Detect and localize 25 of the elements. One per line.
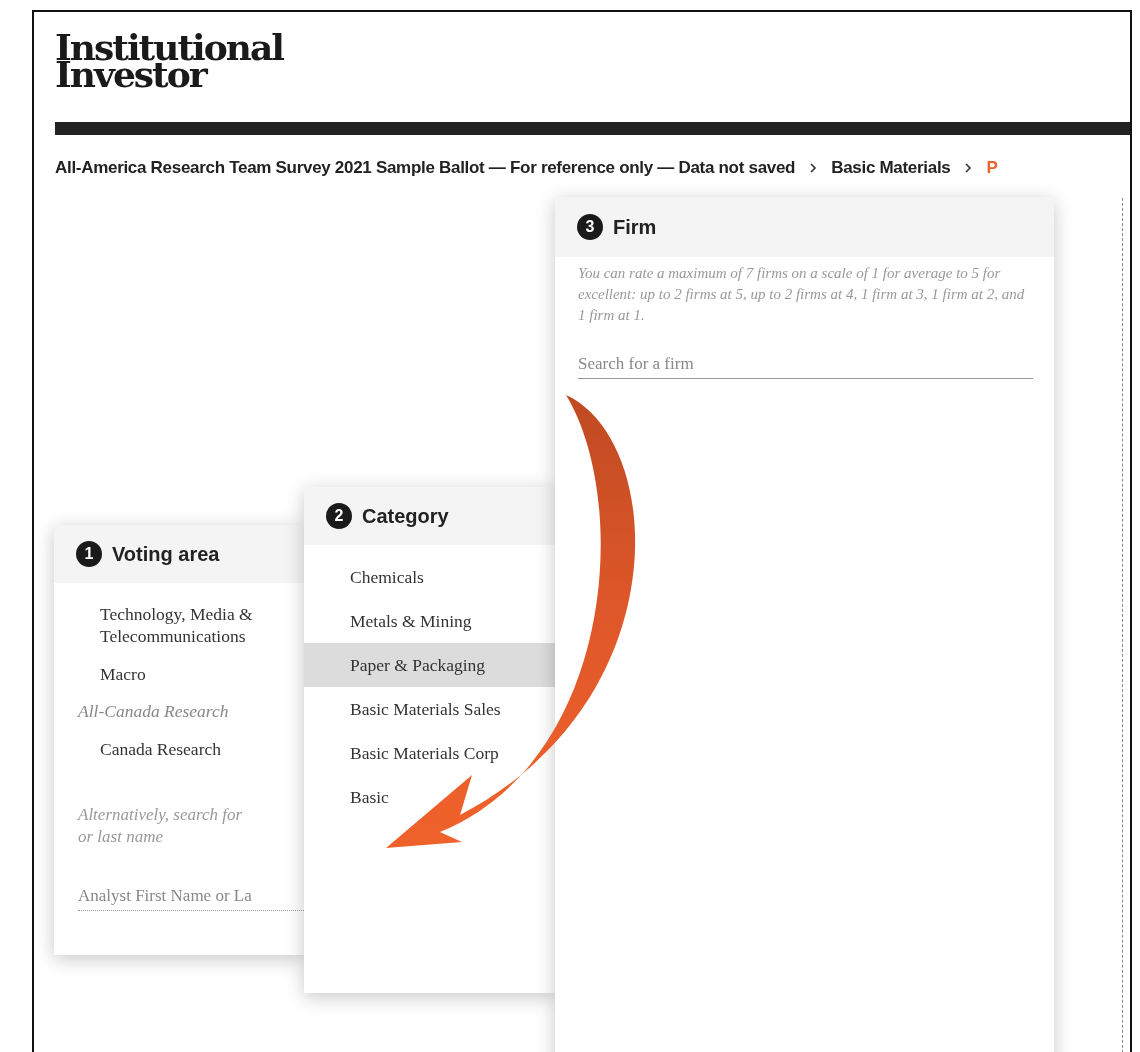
card-title: Category [362,504,449,528]
list-item[interactable]: Paper & Packaging [304,643,555,687]
list-item[interactable]: Basic [304,775,555,819]
list-item[interactable]: Basic Materials Corp [304,731,555,775]
firm-search-field[interactable]: Search for a firm [578,354,1033,379]
card-title: Firm [613,215,657,239]
hint-text: You can rate a maximum of 7 firms on a scale of 1 for average to 5 for excellent: up to 2 firms at 5, up to 2 firms at 4, 1 firm at 3, 1 firm at 2, and 1 firm at 1. [578,264,1026,325]
list-item[interactable]: Chemicals [304,555,555,599]
card-title: Voting area [112,542,220,566]
logo[interactable]: Institutional Investor [55,34,283,88]
analyst-search-field[interactable]: Analyst First Name or La [78,886,304,911]
group-heading: All-Canada Research [78,701,230,722]
step-number: 2 [326,503,352,529]
step-number: 3 [577,214,603,240]
list-item[interactable]: Basic Materials Sales [304,687,555,731]
list-item[interactable]: Macro [78,663,300,685]
list-item[interactable]: Canada Research [78,738,300,760]
hint-text: Alternatively, search for or last name [78,804,244,848]
chevron-icon [964,163,973,173]
breadcrumb-link[interactable]: Basic Materials [831,158,951,178]
list-item[interactable]: Metals & Mining [304,599,555,643]
step-number: 1 [76,541,102,567]
list-item[interactable]: Technology, Media & Telecommunications [78,603,300,647]
chevron-icon [809,163,818,173]
breadcrumb-link[interactable]: All-America Research Team Survey 2021 Sample Ballot — For reference only — Data not saved [55,158,796,178]
